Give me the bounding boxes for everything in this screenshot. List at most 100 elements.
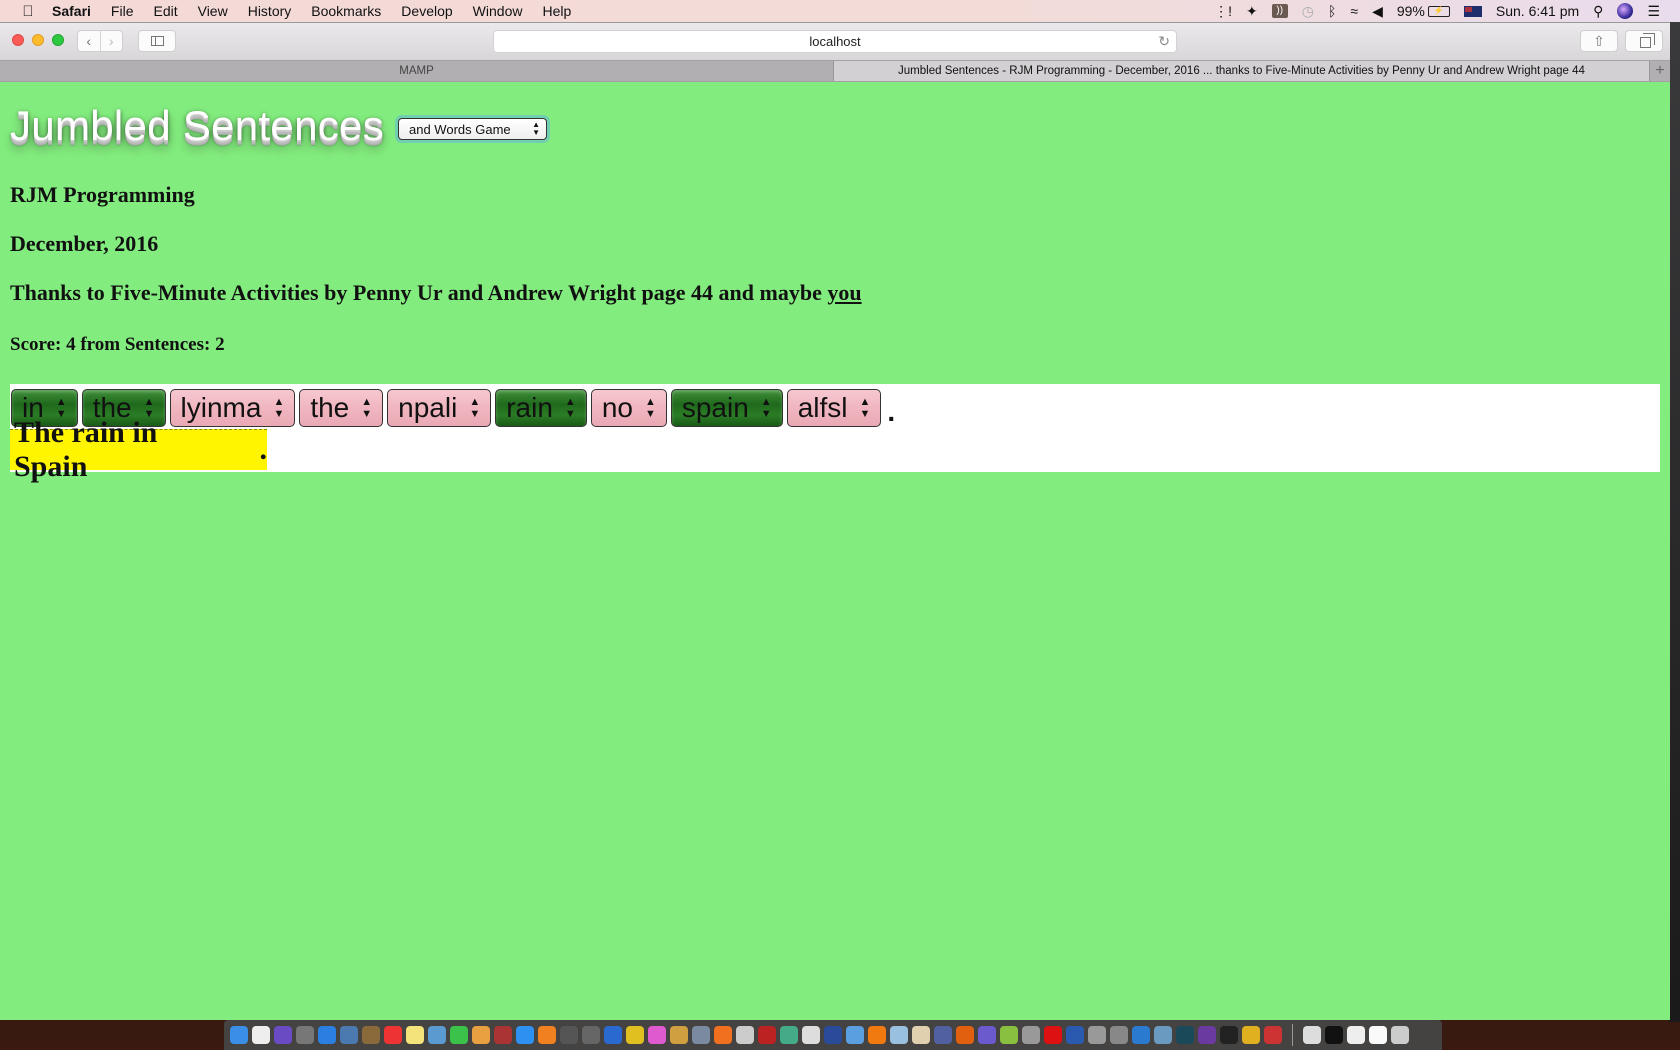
menu-bookmarks[interactable]: Bookmarks [311, 3, 381, 19]
game-mode-select[interactable]: and Words Game ▲ ▼ [398, 118, 547, 140]
apple-icon[interactable]:  [18, 3, 38, 20]
dock-photos-icon[interactable] [472, 1026, 490, 1044]
close-window-button[interactable] [12, 34, 24, 46]
volume-icon[interactable]: ◀ [1372, 4, 1383, 18]
dock-virtualbox-icon[interactable] [934, 1026, 952, 1044]
dock-notes-book-icon[interactable] [362, 1026, 380, 1044]
dock-github-icon[interactable] [1198, 1026, 1216, 1044]
address-bar[interactable]: localhost ↻ [493, 30, 1177, 53]
minimize-window-button[interactable] [32, 34, 44, 46]
activity-icon[interactable]: ⋮! [1214, 4, 1232, 18]
word-select-correct[interactable]: rain ▲ ▼ [495, 389, 587, 427]
dock-cube-icon[interactable] [890, 1026, 908, 1044]
forward-button[interactable]: › [101, 31, 123, 51]
time-machine-icon[interactable]: ◷ [1302, 4, 1314, 18]
dock-ibooks-icon[interactable] [538, 1026, 556, 1044]
dock-image-capture-icon[interactable] [428, 1026, 446, 1044]
dock-preview-icon[interactable] [340, 1026, 358, 1044]
dock-image-viewer-icon[interactable] [692, 1026, 710, 1044]
menu-develop[interactable]: Develop [401, 3, 452, 19]
dock-avast-icon[interactable] [714, 1026, 732, 1044]
dock-vuze-icon[interactable] [1066, 1026, 1084, 1044]
dock-system-preferences-icon[interactable] [560, 1026, 578, 1044]
dock-screen-sharing-icon[interactable] [846, 1026, 864, 1044]
tab-mamp[interactable]: MAMP [0, 61, 834, 81]
word-select-correct[interactable]: spain ▲ ▼ [670, 389, 783, 427]
menu-help[interactable]: Help [542, 3, 571, 19]
menu-app-safari[interactable]: Safari [52, 3, 91, 19]
dock-safari-icon[interactable] [318, 1026, 336, 1044]
dock-itunes-icon[interactable] [648, 1026, 666, 1044]
dock-keys-icon[interactable] [1242, 1026, 1260, 1044]
word-value: alfsl [797, 392, 848, 423]
new-tab-button[interactable]: + [1649, 61, 1670, 81]
word-select-incorrect[interactable]: npali ▲ ▼ [387, 389, 492, 427]
dock-calendar-icon[interactable] [384, 1026, 402, 1044]
dock-opera-icon[interactable] [1044, 1026, 1062, 1044]
reload-icon[interactable]: ↻ [1158, 31, 1170, 52]
back-button[interactable]: ‹ [78, 31, 101, 51]
dock-phpstorm-icon[interactable] [978, 1026, 996, 1044]
wifi-icon[interactable]: ≈ [1350, 4, 1358, 18]
menu-window[interactable]: Window [473, 3, 523, 19]
spotlight-icon[interactable]: ⚲ [1593, 4, 1603, 18]
dock-siri-icon[interactable] [274, 1026, 292, 1044]
bluetooth-icon[interactable]: ᛒ [1328, 4, 1336, 18]
dock-unknown-icon[interactable] [1022, 1026, 1040, 1044]
dock-chrome-icon[interactable] [780, 1026, 798, 1044]
menu-file[interactable]: File [111, 3, 134, 19]
battery-status[interactable]: 99% ⚡ [1397, 3, 1450, 19]
dock-window-2-icon[interactable] [1325, 1026, 1343, 1044]
menu-history[interactable]: History [248, 3, 292, 19]
dock-firefox-icon[interactable] [956, 1026, 974, 1044]
dock-photos-export-icon[interactable] [1154, 1026, 1172, 1044]
flag-icon[interactable] [1463, 5, 1482, 17]
dock-textedit-icon[interactable] [912, 1026, 930, 1044]
score-text: Score: 4 from Sentences: 2 [10, 334, 225, 355]
dock-window-3-icon[interactable] [1347, 1026, 1365, 1044]
dock-utility-icon[interactable] [736, 1026, 754, 1044]
dock-window-4-icon[interactable] [1369, 1026, 1387, 1044]
battery-percent: 99% [1396, 3, 1425, 19]
dock-filezilla-icon[interactable] [758, 1026, 776, 1044]
dock-photo-booth-icon[interactable] [494, 1026, 512, 1044]
dock-grab-icon[interactable] [582, 1026, 600, 1044]
dock-games-icon[interactable] [1264, 1026, 1282, 1044]
you-link[interactable]: you [827, 280, 861, 305]
dock-notes-icon[interactable] [406, 1026, 424, 1044]
dock-terminal-icon[interactable] [1220, 1026, 1238, 1044]
dock-trash-icon[interactable] [1391, 1026, 1409, 1044]
word-select-incorrect[interactable]: alfsl ▲ ▼ [786, 389, 882, 427]
dock-wunderlist-icon[interactable] [626, 1026, 644, 1044]
word-select-incorrect[interactable]: the ▲ ▼ [299, 389, 384, 427]
tab-jumbled-sentences[interactable]: Jumbled Sentences - RJM Programming - De… [834, 61, 1649, 81]
sidebar-toggle-button[interactable] [138, 30, 176, 52]
menu-edit[interactable]: Edit [153, 3, 177, 19]
show-tabs-button[interactable] [1625, 30, 1663, 52]
dock-quicktime-icon[interactable] [824, 1026, 842, 1044]
notification-center-icon[interactable]: ☰ [1647, 4, 1660, 18]
word-select-incorrect[interactable]: no ▲ ▼ [590, 389, 667, 427]
dock-unknown-icon[interactable] [1088, 1026, 1106, 1044]
audio-icon[interactable]: )) [1271, 4, 1288, 18]
menu-view[interactable]: View [198, 3, 228, 19]
dock-finder-icon[interactable] [230, 1026, 248, 1044]
dock-launchpad-icon[interactable] [296, 1026, 314, 1044]
dock-vlc-icon[interactable] [868, 1026, 886, 1044]
zoom-window-button[interactable] [52, 34, 64, 46]
dock-app-store-icon[interactable] [516, 1026, 534, 1044]
siri-icon[interactable] [1617, 3, 1634, 19]
dock-facetime-icon[interactable] [450, 1026, 468, 1044]
dock-dots-icon[interactable] [1176, 1026, 1194, 1044]
dock-gimp-icon[interactable] [802, 1026, 820, 1044]
dock-window-1-icon[interactable] [1303, 1026, 1321, 1044]
dock-paintbrush-icon[interactable] [670, 1026, 688, 1044]
share-button[interactable]: ⇧ [1580, 30, 1618, 52]
dock-xcode-icon[interactable] [604, 1026, 622, 1044]
dock-android-studio-icon[interactable] [1000, 1026, 1018, 1044]
avast-icon[interactable]: ✦ [1246, 4, 1258, 18]
dock-vs-code-icon[interactable] [1132, 1026, 1150, 1044]
dock-document-icon[interactable] [252, 1026, 270, 1044]
clock[interactable]: Sun. 6:41 pm [1496, 3, 1579, 19]
dock-keychain-icon[interactable] [1110, 1026, 1128, 1044]
